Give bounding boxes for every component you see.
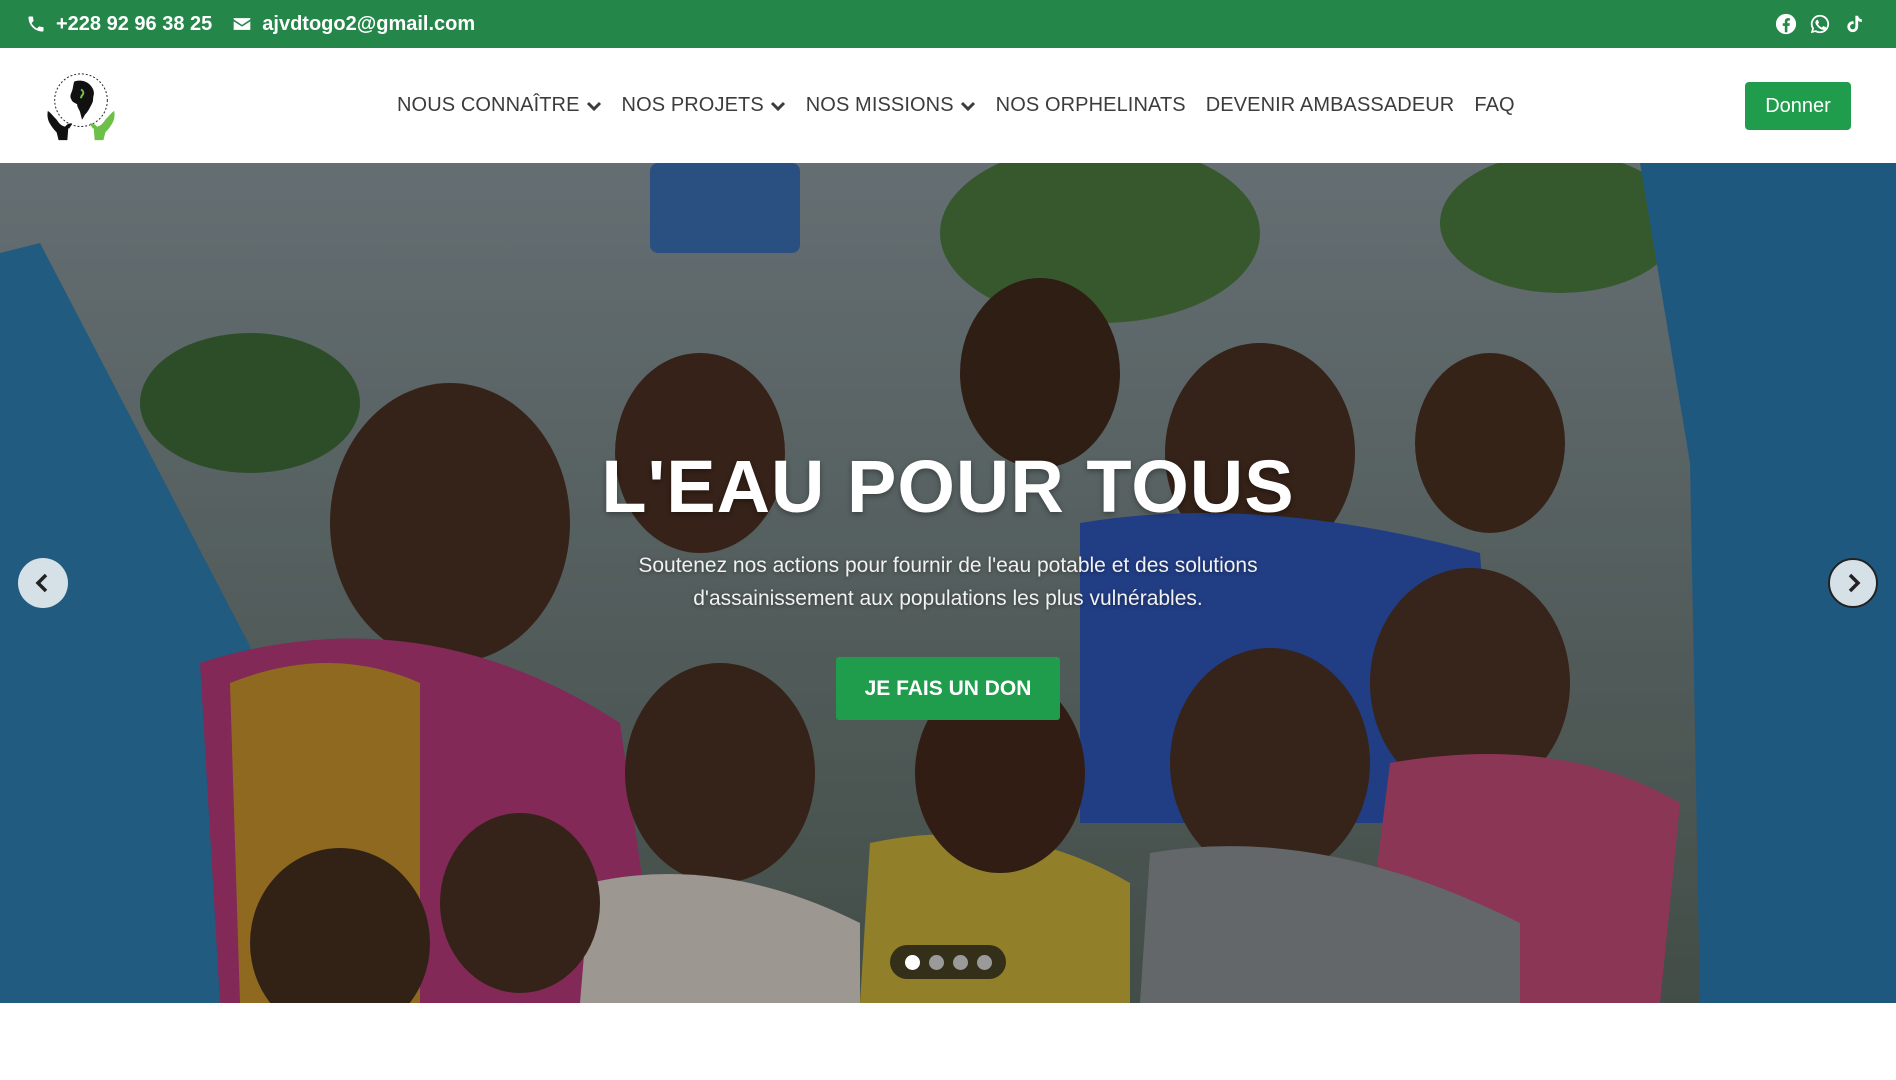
main-navbar: NOUS CONNAÎTRE NOS PROJETS NOS MISSIONS … [0, 48, 1896, 163]
tiktok-link[interactable] [1842, 12, 1866, 36]
contact-info: +228 92 96 38 25 ajvdtogo2@gmail.com [26, 13, 475, 36]
make-donation-button[interactable]: JE FAIS UN DON [835, 657, 1061, 720]
whatsapp-icon [1810, 14, 1830, 34]
nav-item-label: NOS PROJETS [621, 94, 764, 116]
nav-item-label: NOUS CONNAÎTRE [397, 94, 580, 116]
chevron-down-icon [586, 101, 601, 111]
nav-item-devenir-ambassadeur[interactable]: DEVENIR AMBASSADEUR [1196, 94, 1465, 117]
phone-icon [28, 16, 44, 32]
site-logo[interactable] [42, 68, 120, 146]
hero-carousel: L'EAU POUR TOUS Soutenez nos actions pou… [0, 163, 1896, 1003]
nav-item-nous-connaitre[interactable]: NOUS CONNAÎTRE [397, 94, 612, 117]
facebook-link[interactable] [1774, 12, 1798, 36]
email-address: ajvdtogo2@gmail.com [262, 12, 476, 35]
carousel-dot-3[interactable] [952, 954, 968, 970]
carousel-indicators [890, 945, 1006, 979]
hero-title: L'EAU POUR TOUS [601, 445, 1295, 528]
carousel-prev-button[interactable] [18, 558, 68, 608]
chevron-down-icon [770, 101, 785, 111]
whatsapp-link[interactable] [1808, 12, 1832, 36]
nav-item-nos-orphelinats[interactable]: NOS ORPHELINATS [986, 94, 1196, 117]
nav-item-label: NOS ORPHELINATS [995, 94, 1186, 116]
carousel-dot-1[interactable] [904, 954, 920, 970]
hero-description: Soutenez nos actions pour fournir de l'e… [638, 554, 1258, 610]
donate-button[interactable]: Donner [1745, 82, 1851, 130]
nav-item-faq[interactable]: FAQ [1464, 94, 1524, 117]
email-link[interactable]: ajvdtogo2@gmail.com [232, 13, 475, 36]
nav-item-label: NOS MISSIONS [805, 94, 954, 116]
envelope-icon [233, 18, 251, 30]
phone-number: +228 92 96 38 25 [56, 12, 213, 35]
social-links [1774, 12, 1866, 36]
carousel-dot-2[interactable] [928, 954, 944, 970]
top-contact-bar: +228 92 96 38 25 ajvdtogo2@gmail.com [0, 0, 1896, 48]
carousel-next-button[interactable] [1828, 558, 1878, 608]
chevron-down-icon [960, 101, 975, 111]
nav-item-nos-projets[interactable]: NOS PROJETS [612, 94, 796, 117]
hero-caption: L'EAU POUR TOUS Soutenez nos actions pou… [0, 443, 1896, 720]
tiktok-icon [1847, 15, 1862, 33]
carousel-dot-4[interactable] [976, 954, 992, 970]
facebook-icon [1775, 13, 1797, 35]
nav-item-label: FAQ [1474, 94, 1515, 116]
phone-link[interactable]: +228 92 96 38 25 [26, 13, 212, 36]
chevron-right-icon [1848, 573, 1861, 593]
nav-item-nos-missions[interactable]: NOS MISSIONS [796, 94, 986, 117]
primary-nav: NOUS CONNAÎTRE NOS PROJETS NOS MISSIONS … [397, 48, 1525, 163]
africa-hands-logo [47, 73, 115, 141]
nav-item-label: DEVENIR AMBASSADEUR [1205, 94, 1455, 116]
chevron-left-icon [35, 573, 48, 593]
